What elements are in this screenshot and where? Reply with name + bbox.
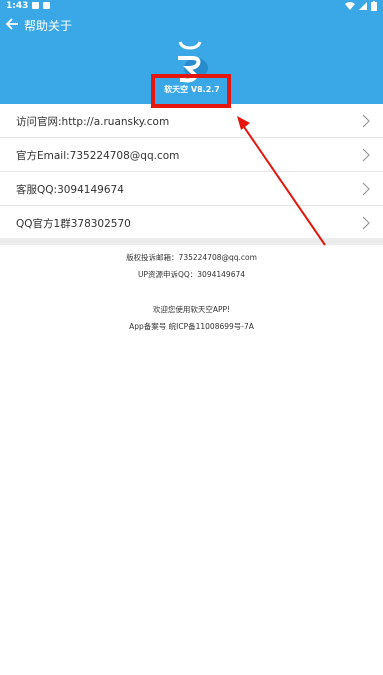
- list-item-support-qq[interactable]: 客服QQ:3094149674: [0, 172, 383, 206]
- section-divider: [0, 238, 383, 245]
- status-time: 1:43: [6, 1, 29, 11]
- list-item-label: 访问官网:http://a.ruansky.com: [16, 116, 170, 128]
- chevron-right-icon: [362, 114, 370, 128]
- chevron-right-icon: [362, 148, 370, 162]
- list-item-qq-group[interactable]: QQ官方1群378302570: [0, 206, 383, 240]
- complaint-email-text: 版权投诉邮箱：735224708@qq.com: [126, 253, 257, 262]
- wifi-icon: [345, 2, 355, 10]
- notification-icons: [32, 2, 50, 9]
- status-bar: 1:43: [0, 0, 383, 14]
- list-item-label: QQ官方1群378302570: [16, 218, 131, 230]
- chevron-right-icon: [362, 216, 370, 230]
- welcome-text: 欢迎您使用软天空APP!: [152, 305, 231, 314]
- back-arrow-icon[interactable]: [4, 16, 20, 32]
- list-item-website[interactable]: 访问官网:http://a.ruansky.com: [0, 104, 383, 138]
- icp-text: App备案号 皖ICP备11008699号-7A: [129, 322, 254, 331]
- signal-icon: [359, 2, 367, 10]
- footer: 版权投诉邮箱：735224708@qq.com UP资源申诉QQ：3094149…: [0, 249, 383, 335]
- highlight-box: [151, 74, 231, 108]
- system-icons: [345, 1, 377, 11]
- header: 1:43 帮助关于 软天空 V8.2.7: [0, 0, 383, 108]
- list-item-label: 官方Email:735224708@qq.com: [16, 150, 180, 162]
- list-item-label: 客服QQ:3094149674: [16, 184, 124, 196]
- notification-icon: [43, 2, 50, 9]
- page-title: 帮助关于: [24, 19, 73, 33]
- contact-list: 访问官网:http://a.ruansky.com 官方Email:735224…: [0, 104, 383, 240]
- list-item-email[interactable]: 官方Email:735224708@qq.com: [0, 138, 383, 172]
- toolbar: 帮助关于: [0, 14, 383, 38]
- battery-icon: [371, 1, 377, 11]
- up-qq-text: UP资源申诉QQ：3094149674: [137, 270, 246, 279]
- chevron-right-icon: [362, 182, 370, 196]
- image-icon: [32, 2, 39, 9]
